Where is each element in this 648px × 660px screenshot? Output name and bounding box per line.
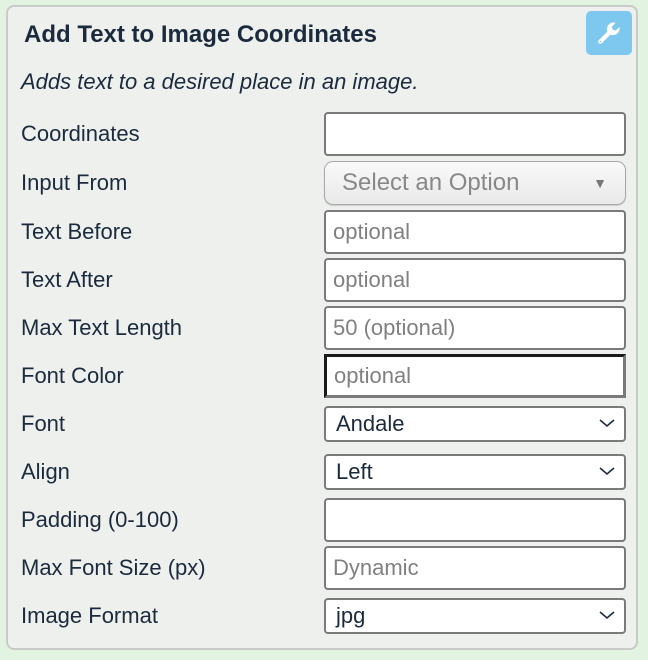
settings-button[interactable] — [586, 11, 632, 55]
wrench-icon — [598, 22, 620, 44]
font-select[interactable]: Andale — [324, 406, 626, 442]
text-before-row: Text Before optional — [8, 209, 636, 255]
padding-row: Padding (0-100) — [8, 497, 636, 543]
panel-description: Adds text to a desired place in an image… — [21, 69, 419, 94]
image-format-select[interactable]: jpg — [324, 598, 626, 634]
font-color-row: Font Color optional — [8, 353, 636, 399]
text-before-label: Text Before — [21, 219, 133, 244]
add-text-to-image-coordinates-panel: Add Text to Image Coordinates Adds text … — [6, 5, 638, 650]
font-color-label: Font Color — [21, 363, 124, 388]
padding-label: Padding (0-100) — [21, 507, 179, 532]
align-value: Left — [336, 459, 373, 484]
max-font-size-label: Max Font Size (px) — [21, 555, 206, 580]
max-text-length-input[interactable]: 50 (optional) — [324, 306, 626, 350]
image-format-row: Image Format jpg — [8, 593, 636, 639]
font-row: Font Andale — [8, 401, 636, 447]
padding-input[interactable] — [324, 498, 626, 542]
dropdown-triangle-icon: ▼ — [593, 175, 607, 191]
image-format-value: jpg — [336, 603, 366, 628]
panel-title: Add Text to Image Coordinates — [24, 21, 377, 48]
max-font-size-row: Max Font Size (px) Dynamic — [8, 545, 636, 591]
chevron-down-icon — [599, 467, 615, 476]
align-row: Align Left — [8, 449, 636, 495]
font-label: Font — [21, 411, 66, 436]
input-from-label: Input From — [21, 170, 128, 195]
max-font-size-input[interactable]: Dynamic — [324, 546, 626, 590]
text-after-input[interactable]: optional — [324, 258, 626, 302]
align-select[interactable]: Left — [324, 454, 626, 490]
text-after-label: Text After — [21, 267, 113, 292]
text-after-row: Text After optional — [8, 257, 636, 303]
coordinates-label: Coordinates — [21, 121, 140, 146]
font-value: Andale — [336, 411, 405, 436]
font-color-input[interactable]: optional — [324, 354, 626, 398]
chevron-down-icon — [599, 611, 615, 620]
coordinates-input[interactable] — [324, 112, 626, 156]
input-from-value: Select an Option — [342, 169, 520, 196]
text-before-input[interactable]: optional — [324, 210, 626, 254]
align-label: Align — [21, 459, 70, 484]
coordinates-row: Coordinates — [8, 111, 636, 157]
max-text-length-row: Max Text Length 50 (optional) — [8, 305, 636, 351]
max-text-length-label: Max Text Length — [21, 315, 183, 340]
chevron-down-icon — [599, 419, 615, 428]
input-from-select[interactable]: Select an Option ▼ — [324, 161, 626, 205]
image-format-label: Image Format — [21, 603, 158, 628]
input-from-row: Input From Select an Option ▼ — [8, 160, 636, 206]
